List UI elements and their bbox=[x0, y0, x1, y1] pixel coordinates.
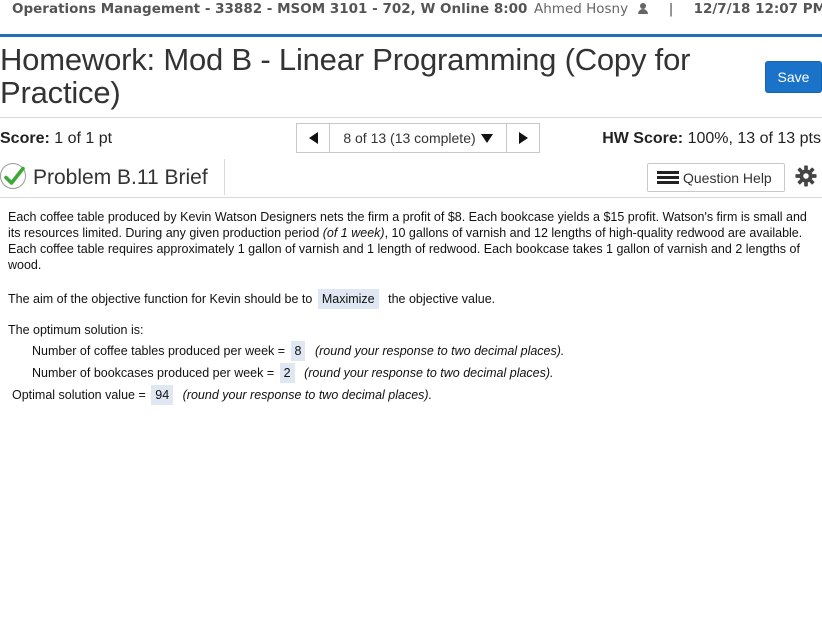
divider bbox=[224, 159, 225, 195]
round-note: (round your response to two decimal plac… bbox=[304, 366, 554, 380]
optimal-label: Optimal solution value = bbox=[12, 388, 146, 402]
caret-down-icon bbox=[480, 133, 493, 143]
problem-bar: Problem B.11 Brief Question Help bbox=[0, 157, 822, 198]
gear-icon[interactable] bbox=[795, 165, 817, 187]
round-note: (round your response to two decimal plac… bbox=[314, 344, 565, 358]
question-select[interactable]: 8 of 13 (13 complete) bbox=[330, 123, 506, 153]
bookcase-label: Number of bookcases produced per week = bbox=[32, 366, 275, 380]
problem-title: Problem B.11 Brief bbox=[33, 166, 208, 189]
user-icon bbox=[638, 3, 649, 14]
check-icon bbox=[0, 163, 26, 189]
separator: | bbox=[668, 1, 674, 17]
score-label: Score: bbox=[0, 130, 50, 147]
objective-aim: The aim of the objective function for Ke… bbox=[8, 289, 495, 309]
round-note: (round your response to two decimal plac… bbox=[182, 388, 433, 402]
coffee-answer: 8 bbox=[290, 341, 306, 361]
previous-question-button[interactable] bbox=[296, 123, 330, 153]
aim-text-after: the objective value. bbox=[388, 292, 496, 306]
optimal-answer: 94 bbox=[151, 385, 174, 405]
optimum-heading: The optimum solution is: bbox=[8, 323, 144, 337]
save-button[interactable]: Save bbox=[765, 61, 822, 93]
aim-answer: Maximize bbox=[317, 289, 379, 309]
coffee-row: Number of coffee tables produced per wee… bbox=[32, 341, 564, 361]
score: Score: 1 of 1 pt bbox=[0, 130, 112, 148]
course-title: Operations Management - 33882 - MSOM 310… bbox=[12, 1, 528, 17]
arrow-left-icon bbox=[308, 132, 318, 144]
user-area: Ahmed Hosny | 12/7/18 12:07 PM bbox=[534, 1, 822, 17]
bookcase-row: Number of bookcases produced per week = … bbox=[32, 363, 554, 383]
hw-score-label: HW Score: bbox=[602, 130, 684, 147]
datetime: 12/7/18 12:07 PM bbox=[693, 1, 822, 17]
question-help-button[interactable]: Question Help bbox=[647, 163, 785, 192]
question-navigator: 8 of 13 (13 complete) bbox=[296, 123, 540, 153]
score-value: 1 of 1 pt bbox=[54, 130, 113, 147]
page-title: Homework: Mod B - Linear Programming (Co… bbox=[0, 42, 691, 110]
question-help-label: Question Help bbox=[683, 169, 772, 186]
divider bbox=[0, 117, 822, 118]
next-question-button[interactable] bbox=[506, 123, 540, 153]
question-select-value: 8 of 13 (13 complete) bbox=[343, 130, 476, 146]
aim-text: The aim of the objective function for Ke… bbox=[8, 292, 313, 306]
list-icon bbox=[657, 170, 679, 185]
problem-text: Each coffee table produced by Kevin Wats… bbox=[8, 210, 807, 272]
problem-statement: Each coffee table produced by Kevin Wats… bbox=[8, 209, 816, 273]
arrow-right-icon bbox=[518, 132, 528, 144]
user-name[interactable]: Ahmed Hosny bbox=[534, 1, 628, 17]
hw-score: HW Score: 100%, 13 of 13 pts bbox=[602, 130, 821, 148]
hw-score-value: 100%, 13 of 13 pts bbox=[687, 130, 821, 147]
top-bar: Operations Management - 33882 - MSOM 310… bbox=[0, 0, 822, 37]
coffee-label: Number of coffee tables produced per wee… bbox=[32, 344, 286, 358]
bookcase-answer: 2 bbox=[279, 363, 295, 383]
optimal-row: Optimal solution value = 94 (round your … bbox=[12, 385, 432, 405]
